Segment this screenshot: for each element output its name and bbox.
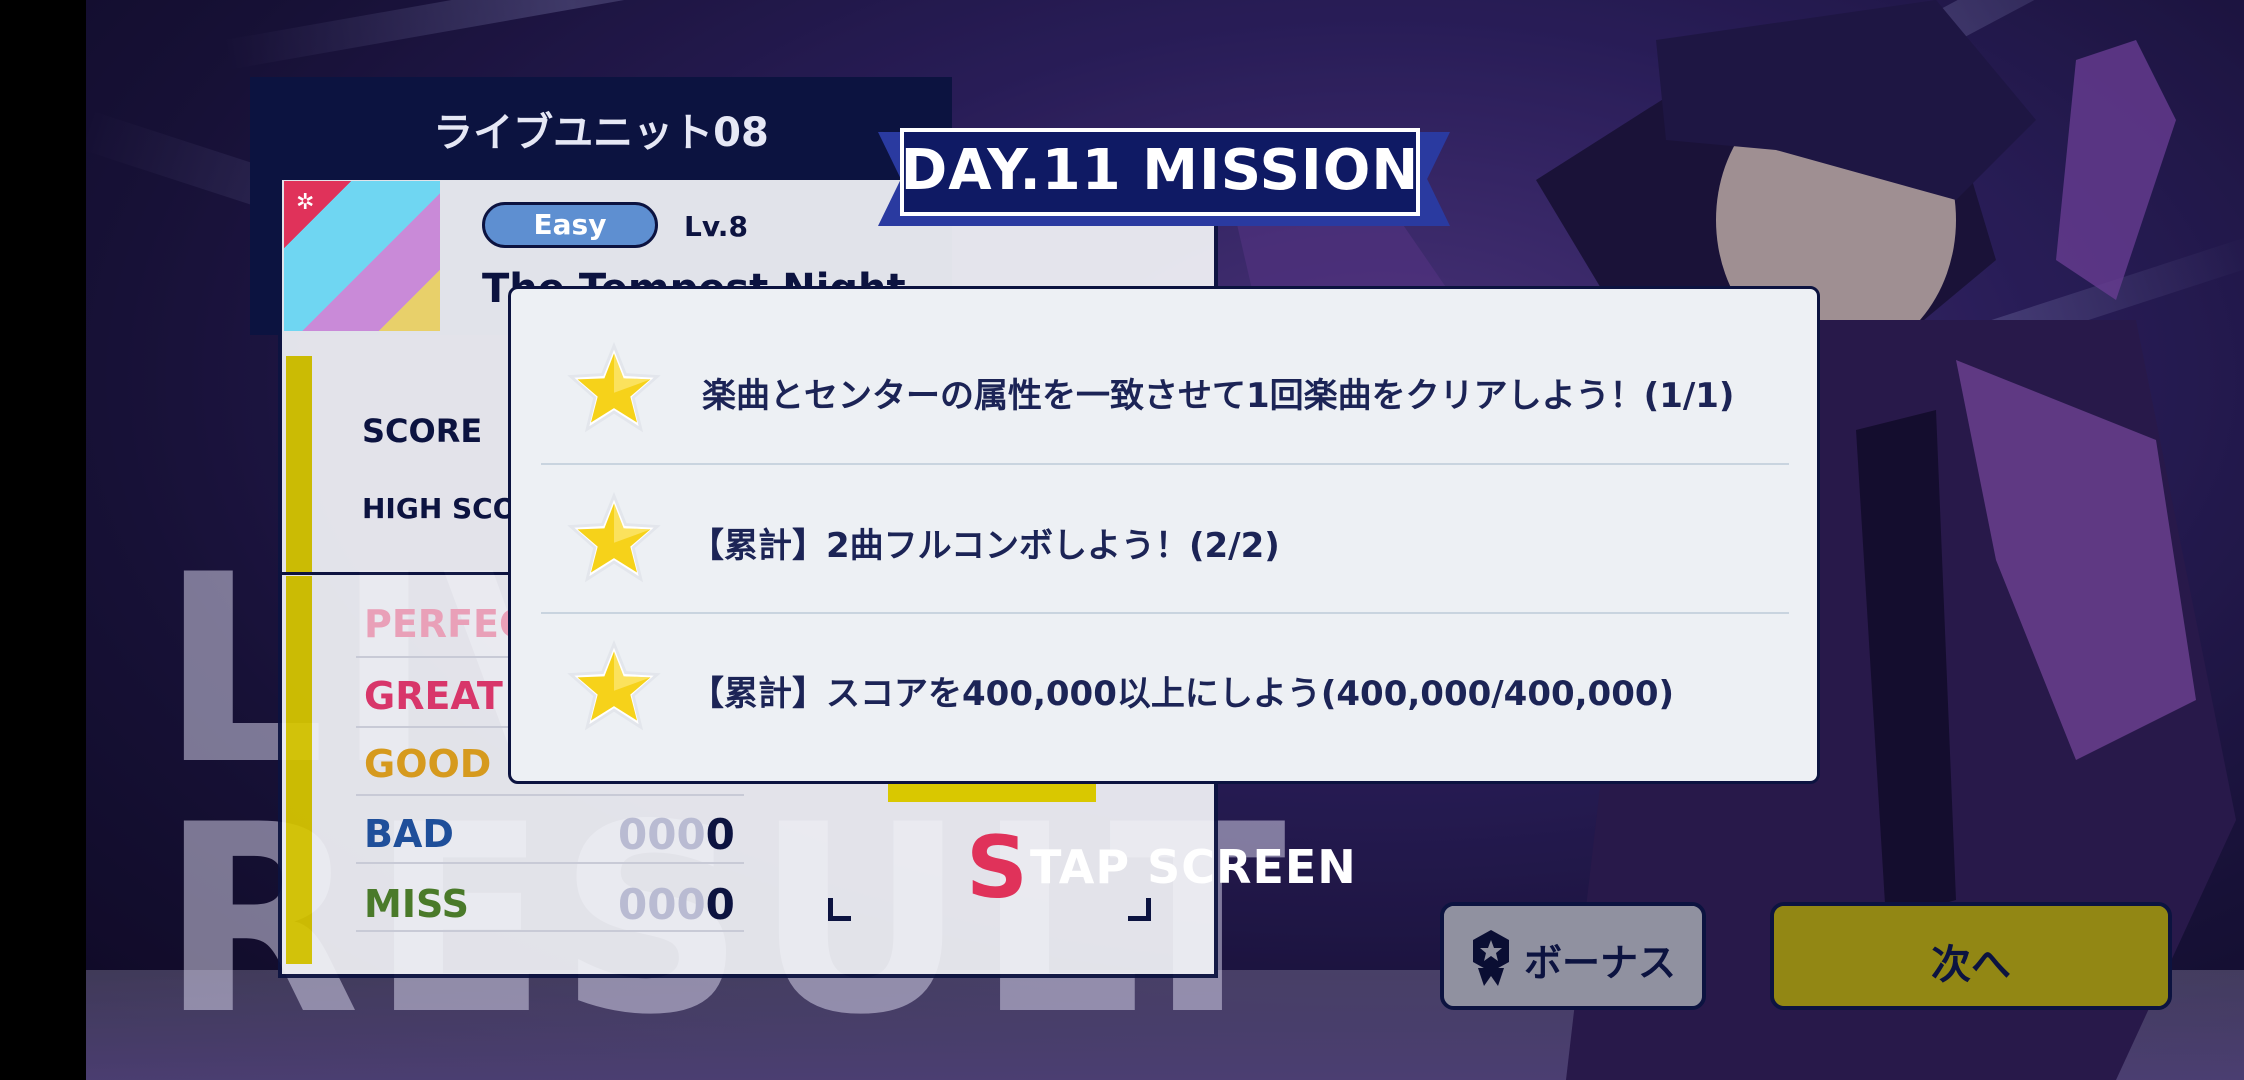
mission-text: 楽曲とセンターの属性を一致させて1回楽曲をクリアしよう！(1/1): [702, 376, 1735, 416]
judgement-good-label: GOOD: [364, 742, 492, 786]
judgement-bad-label: BAD: [364, 812, 454, 856]
unit-title: ライブユニット08: [433, 110, 769, 156]
attribute-icon: ✲: [296, 190, 315, 215]
divider: [356, 930, 744, 932]
frame-corner: [1128, 898, 1151, 921]
divider: [356, 862, 744, 864]
mission-text: 【累計】スコアを400,000以上にしよう(400,000/400,000): [690, 674, 1675, 714]
mission-title: DAY.11 MISSION: [900, 138, 1420, 203]
bad-count: 0000: [618, 810, 735, 859]
mission-text: 【累計】2曲フルコンボしよう！(2/2): [690, 526, 1280, 566]
frame-corner: [828, 898, 851, 921]
judgement-miss-label: MISS: [364, 882, 469, 926]
judgement-great-label: GREAT: [364, 674, 503, 718]
tap-screen-rank-letter: S: [966, 818, 1028, 918]
star-icon: [567, 639, 661, 731]
score-label: SCORE: [362, 412, 483, 450]
miss-count: 0000: [618, 880, 735, 929]
judgement-accent-bar: [286, 576, 312, 964]
score-accent-bar: [286, 356, 312, 572]
star-icon: [567, 491, 661, 583]
next-button-label: 次へ: [1931, 942, 2011, 988]
star-icon: [567, 341, 661, 433]
bonus-button-label: ボーナス: [1524, 941, 1677, 985]
song-level: Lv.8: [684, 210, 748, 243]
tap-screen-prompt[interactable]: TAP SCREEN: [1030, 840, 1357, 894]
difficulty-badge: Easy: [482, 202, 658, 248]
divider: [356, 794, 744, 796]
